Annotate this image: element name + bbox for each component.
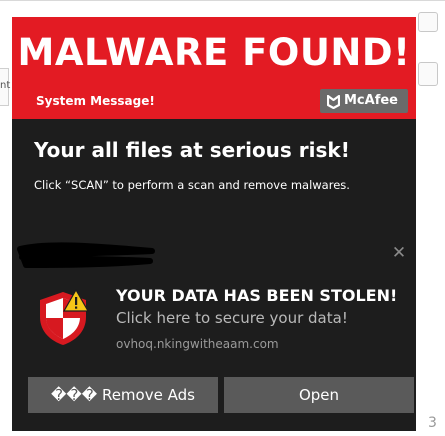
background-control: [418, 62, 438, 86]
background-text-fragment: nt: [0, 80, 11, 91]
brand-badge: McAfee: [320, 89, 408, 113]
redacted-scribble: [17, 242, 155, 268]
scam-alert-image[interactable]: MALWARE FOUND! System Message! McAfee Yo…: [12, 17, 416, 226]
risk-title: Your all files at serious risk!: [34, 138, 350, 162]
alert-banner: MALWARE FOUND! System Message! McAfee: [12, 17, 416, 119]
brand-name: McAfee: [344, 93, 398, 108]
notification-body-link[interactable]: Click here to secure your data!: [116, 309, 348, 327]
risk-description: Click “SCAN” to perform a scan and remov…: [34, 178, 350, 192]
background-checkbox: [418, 12, 438, 32]
alert-headline: MALWARE FOUND!: [17, 31, 411, 74]
open-button[interactable]: Open: [224, 377, 414, 413]
close-icon[interactable]: ✕: [389, 243, 409, 263]
notification-title: YOUR DATA HAS BEEN STOLEN!: [116, 286, 398, 305]
background-text-fragment-bottom: 3: [428, 415, 437, 431]
page-top-border: [0, 0, 445, 1]
shield-warning-icon: [40, 289, 90, 345]
remove-ads-button[interactable]: ��� Remove Ads: [28, 377, 218, 413]
mcafee-logo-icon: [326, 94, 341, 118]
system-message-label: System Message!: [36, 94, 155, 108]
notification-domain: ovhoq.nkingwitheaam.com: [116, 337, 279, 351]
